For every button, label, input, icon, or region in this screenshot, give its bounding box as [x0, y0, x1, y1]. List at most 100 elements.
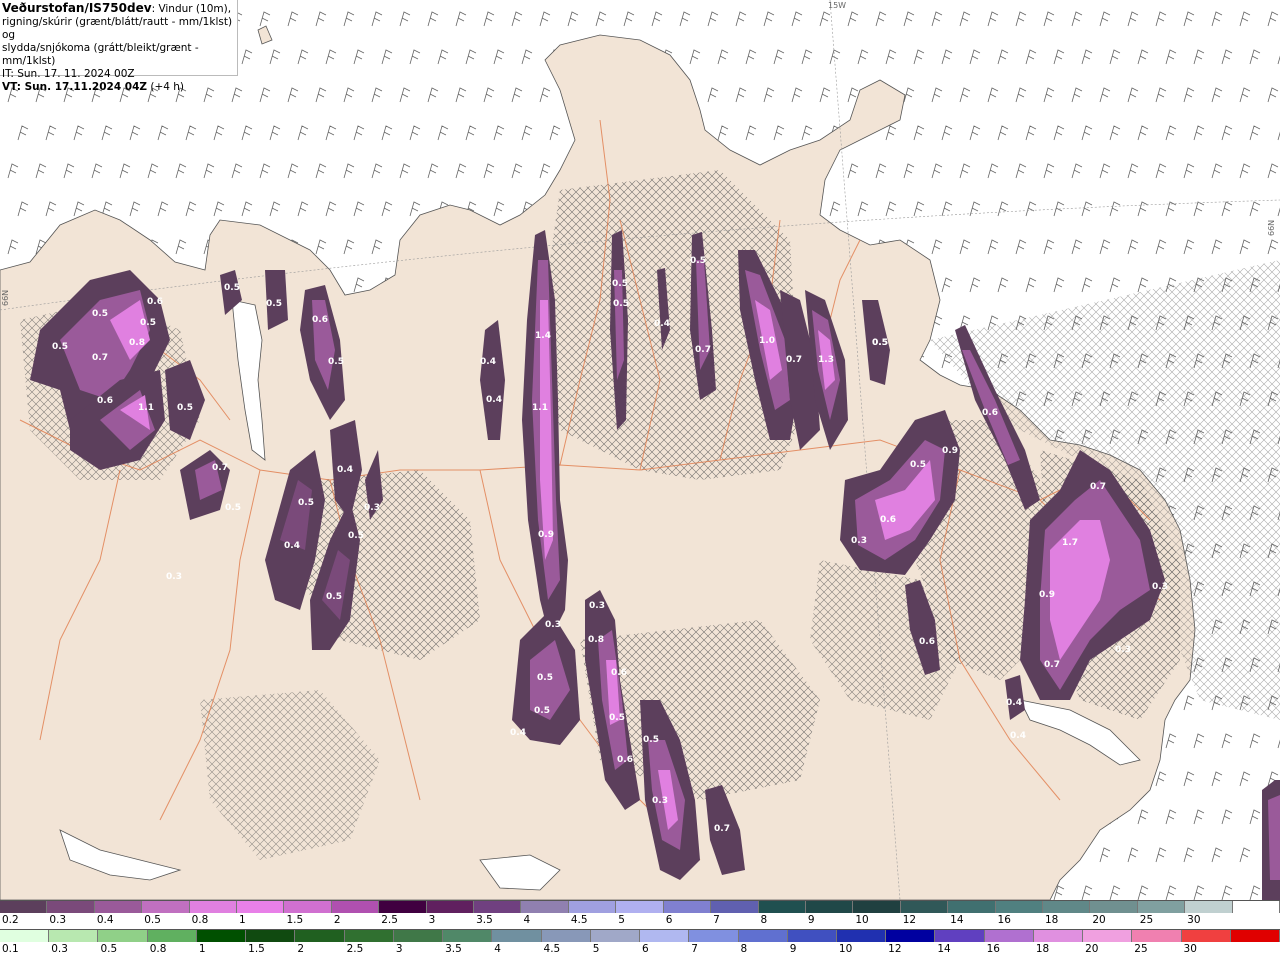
- precip-value-label: 0.3: [166, 572, 182, 582]
- legend-label: 3.5: [476, 914, 493, 926]
- legend-label: 16: [997, 914, 1011, 926]
- legend-swatch: [711, 901, 759, 913]
- precip-value-label: 0.3: [364, 503, 380, 513]
- legend-swatch: [521, 901, 569, 913]
- legend-label: 3: [428, 914, 436, 926]
- precip-value-label: 0.5: [266, 299, 282, 309]
- precip-value-label: 0.5: [643, 735, 659, 745]
- legend-swatch: [189, 901, 238, 913]
- legend-label: 0.8: [149, 943, 167, 955]
- legend-label: 0.1: [2, 943, 19, 955]
- legend-label: 8: [760, 914, 768, 926]
- legend-label: 18: [1035, 943, 1050, 955]
- legend-label: 5: [618, 914, 625, 926]
- legend-label: 0.2: [2, 914, 19, 926]
- legend-label: 0.3: [51, 943, 68, 955]
- legend-swatch: [142, 901, 190, 913]
- precip-value-label: 0.9: [538, 530, 554, 540]
- precip-value-label: 0.4: [510, 728, 526, 738]
- legend-label: 9: [807, 914, 815, 926]
- legend-swatch: [393, 930, 444, 942]
- grid-label-right: 66N: [1267, 220, 1276, 236]
- precip-value-label: 0.4: [1010, 731, 1026, 741]
- legend-swatch: [948, 901, 996, 913]
- legend-swatch: [853, 901, 901, 913]
- legend-swatch: [295, 930, 345, 942]
- legend-swatch: [379, 901, 427, 913]
- legend-label: 6: [642, 943, 649, 955]
- precip-value-label: 0.7: [1044, 660, 1060, 670]
- weather-map: 15W 66N 66N 0.50.60.50.80.50.70.61.1 0.5…: [0, 0, 1280, 900]
- precip-value-label: 0.5: [348, 531, 364, 541]
- precip-value-label: 0.4: [486, 395, 502, 405]
- precip-value-label: 0.3: [545, 620, 561, 630]
- precip-value-label: 0.7: [1090, 482, 1106, 492]
- legend-swatch: [331, 901, 380, 913]
- legend-label: 14: [937, 943, 951, 955]
- legend-swatch: [1185, 901, 1233, 913]
- legend-rain-colorbar: [0, 929, 1280, 942]
- precip-value-label: 0.6: [919, 637, 935, 647]
- legend-label: 16: [986, 943, 1000, 955]
- precip-value-label: 0.5: [534, 706, 550, 716]
- legend-snow-sleet: 0.2 0.3 0.4 0.5 0.8 1 1.5 2 2.5 3 3.5 4 4.5 5 6 7 8 9 10 12…: [0, 900, 1280, 927]
- precip-value-label: 0.3: [1115, 645, 1131, 655]
- legend-label: 5: [592, 943, 600, 955]
- precip-value-label: 1.0: [759, 336, 775, 346]
- legend-snow-labels: 0.2 0.3 0.4 0.5 0.8 1 1.5 2 2.5 3 3.5 4 4.5 5 6 7 8 9 10 12…: [0, 913, 1280, 927]
- precip-value-label: 0.5: [690, 256, 706, 266]
- legend-label: 0.5: [100, 943, 118, 955]
- precip-value-label: 0.6: [880, 515, 896, 525]
- precip-value-label: 0.5: [326, 592, 342, 602]
- map-desc-line3: slydda/snjókoma (grátt/bleikt/grænt - mm…: [2, 42, 199, 67]
- precip-value-label: 0.9: [942, 446, 958, 456]
- legend-label: 1.5: [286, 914, 304, 926]
- precip-value-label: 0.7: [714, 824, 730, 834]
- legend-swatch: [836, 930, 887, 942]
- grid-label-left: 66N: [1, 290, 10, 306]
- legend-label: 2: [333, 914, 341, 926]
- legend-swatch: [49, 930, 99, 942]
- legend-snow-colorbar: [0, 900, 1280, 913]
- precip-value-label: 0.6: [611, 668, 627, 678]
- precip-value-label: 0.7: [92, 353, 108, 363]
- precip-value-label: 0.5: [224, 283, 240, 293]
- legend-swatch: [0, 901, 48, 913]
- legend-label: 1.5: [248, 943, 265, 955]
- legend-swatch: [1137, 901, 1186, 913]
- legend-swatch: [237, 901, 285, 913]
- legend-swatch: [0, 930, 50, 942]
- precip-value-label: 0.7: [695, 345, 711, 355]
- precip-value-label: 1.1: [532, 403, 548, 413]
- precip-value-label: 0.8: [588, 635, 604, 645]
- legend-rain-labels: 0.1 0.3 0.5 0.8 1 1.5 2 2.5 3 3.5 4 4.5 5 6 7 8 9 10 12 14 1…: [0, 942, 1280, 956]
- legend-label: 3.5: [445, 943, 462, 955]
- legend-swatch: [474, 901, 522, 913]
- legend-label: 18: [1044, 914, 1059, 926]
- grid-label-top: 15W: [828, 1, 846, 10]
- legend-rain: 0.1 0.3 0.5 0.8 1 1.5 2 2.5 3 3.5 4 4.5 5 6 7 8 9 10 12 14 1…: [0, 929, 1280, 956]
- legend-label: 7: [713, 914, 720, 926]
- legend-swatch: [284, 901, 332, 913]
- legend-label: 20: [1085, 943, 1099, 955]
- legend-label: 14: [950, 914, 964, 926]
- precip-value-label: 0.3: [652, 796, 668, 806]
- legend-label: 3: [395, 943, 403, 955]
- legend-swatch: [663, 901, 712, 913]
- legend-swatch: [344, 930, 394, 942]
- legend-label: 7: [691, 943, 698, 955]
- precip-value-label: 0.9: [1039, 590, 1055, 600]
- precip-value-label: 0.7: [212, 463, 228, 473]
- legend-label: 1: [198, 943, 206, 955]
- legend-swatch: [196, 930, 247, 942]
- legend-swatch: [94, 901, 143, 913]
- precip-value-label: 0.5: [52, 342, 68, 352]
- legend-label: 2.5: [381, 914, 398, 926]
- legend-swatch: [443, 930, 493, 942]
- precip-value-label: 0.5: [613, 299, 629, 309]
- valid-time: VT: Sun. 17.11.2024 04Z: [2, 81, 148, 93]
- legend-label: 12: [888, 943, 902, 955]
- precip-value-label: 0.6: [97, 396, 113, 406]
- valid-offset: (+4 h): [147, 81, 185, 93]
- precip-value-label: 1.1: [138, 403, 154, 413]
